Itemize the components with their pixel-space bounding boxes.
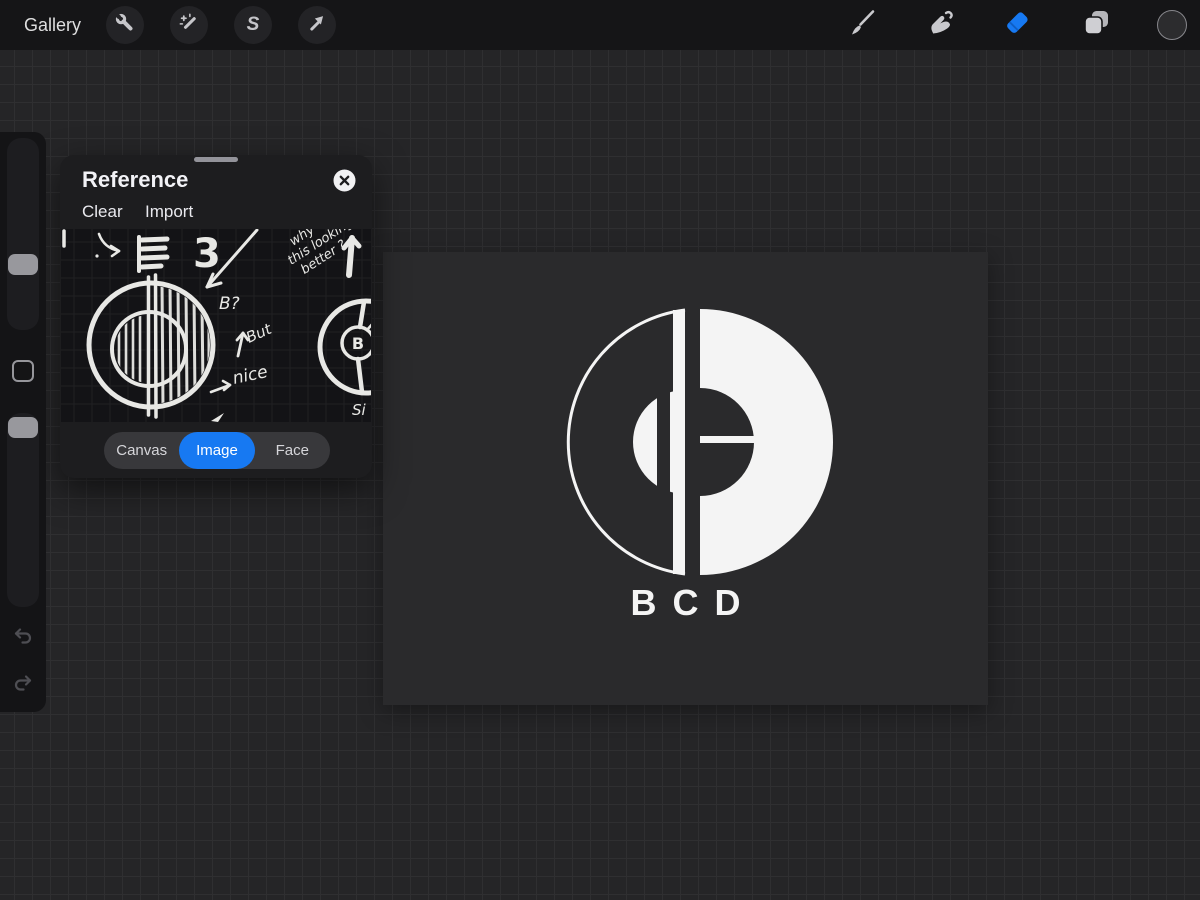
smudge-button[interactable] [923, 8, 957, 42]
eraser-icon [1000, 6, 1034, 45]
drawing-canvas[interactable]: BCD [383, 252, 988, 705]
actions-button[interactable] [106, 6, 144, 44]
sketch-si: Si [352, 401, 367, 419]
sketch-nice: nice [231, 362, 270, 389]
reference-mode-tabs: Canvas Image Face [104, 432, 330, 469]
eraser-button[interactable] [1000, 8, 1034, 42]
sketch-but: But [243, 319, 275, 346]
transform-arrow-icon [304, 10, 330, 41]
brush-sidebar [0, 132, 46, 712]
undo-icon [11, 634, 35, 651]
gallery-button[interactable]: Gallery [24, 0, 81, 50]
transform-button[interactable] [298, 6, 336, 44]
sketch-number-3: 3 [193, 231, 221, 277]
brush-icon [846, 7, 878, 44]
selection-button[interactable]: S [234, 6, 272, 44]
selection-s-icon: S [247, 14, 260, 36]
sketch-b-letter: B [352, 334, 364, 353]
modify-button[interactable] [12, 360, 34, 382]
color-swatch-button[interactable] [1157, 10, 1187, 40]
reference-panel: Reference Clear Import [60, 155, 372, 478]
tab-image[interactable]: Image [179, 432, 254, 469]
smudge-finger-icon [924, 7, 956, 44]
chalk-sketch: 3 B? But nice why is this looking better… [61, 229, 371, 422]
close-icon [333, 179, 356, 196]
brush-opacity-handle[interactable] [8, 417, 38, 438]
layers-icon [1078, 6, 1112, 45]
import-button[interactable]: Import [145, 202, 193, 222]
brush-size-slider[interactable] [7, 138, 39, 330]
top-toolbar: Gallery [0, 0, 1200, 50]
undo-button[interactable] [11, 623, 35, 647]
wrench-icon [112, 10, 138, 41]
tab-face[interactable]: Face [255, 432, 330, 469]
panel-title: Reference [82, 167, 188, 193]
bcd-logo-text: BCD [383, 582, 988, 624]
tab-canvas[interactable]: Canvas [104, 432, 179, 469]
bcd-logo-artwork [383, 252, 988, 705]
redo-icon [11, 681, 35, 698]
adjustments-button[interactable] [170, 6, 208, 44]
layers-button[interactable] [1078, 8, 1112, 42]
brush-size-handle[interactable] [8, 254, 38, 275]
close-button[interactable] [333, 169, 356, 192]
brush-opacity-slider[interactable] [7, 413, 39, 607]
reference-image[interactable]: 3 B? But nice why is this looking better… [61, 229, 371, 422]
sketch-b-question: B? [219, 294, 240, 314]
magic-wand-icon [176, 10, 202, 41]
clear-button[interactable]: Clear [82, 202, 123, 222]
brush-button[interactable] [845, 8, 879, 42]
redo-button[interactable] [11, 670, 35, 694]
panel-drag-handle[interactable] [194, 157, 238, 162]
